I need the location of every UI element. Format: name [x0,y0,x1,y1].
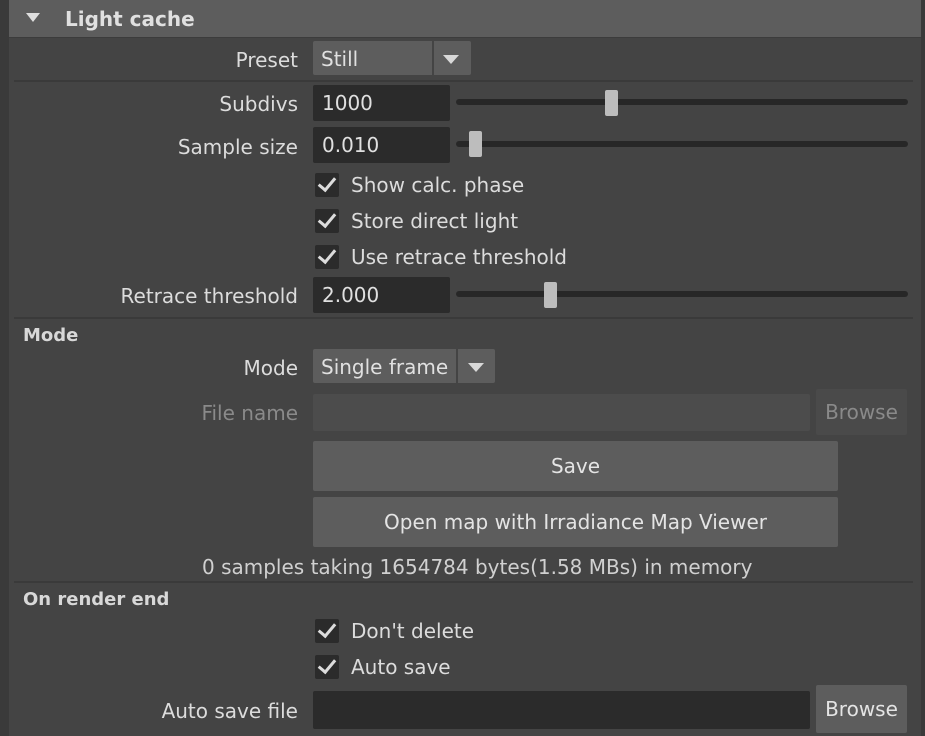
memory-info: 0 samples taking 1654784 bytes(1.58 MBs)… [202,555,753,579]
on-render-end-section-title: On render end [23,589,170,610]
save-button[interactable]: Save [313,441,838,491]
chevron-down-icon [443,55,459,64]
auto-save-label: Auto save [351,655,451,679]
store-direct-light-checkbox[interactable] [315,208,339,233]
retrace-threshold-value: 2.000 [322,283,380,307]
preset-dropdown[interactable]: Still [313,41,471,75]
collapse-triangle-icon[interactable] [26,13,40,22]
show-calc-phase-checkbox[interactable] [315,172,339,197]
checkmark-icon [317,654,337,675]
subdivs-slider-track[interactable] [456,99,908,105]
retrace-threshold-label: Retrace threshold [120,284,298,308]
auto-save-file-browse-button[interactable]: Browse [816,685,907,733]
preset-value: Still [321,47,359,71]
chevron-down-icon [468,363,484,372]
subdivs-field[interactable]: 1000 [313,85,450,121]
store-direct-light-label: Store direct light [351,209,519,233]
mode-dropdown[interactable]: Single frame [313,349,495,383]
subdivs-label: Subdivs [219,92,298,116]
sample-size-value: 0.010 [322,133,380,157]
left-edge [0,0,9,736]
divider [14,317,913,319]
checkmark-icon [317,244,337,265]
show-calc-phase-label: Show calc. phase [351,173,525,197]
light-cache-header[interactable]: Light cache [9,0,921,38]
section-title: Light cache [65,7,195,31]
dont-delete-label: Don't delete [351,619,475,643]
open-irradiance-map-viewer-button[interactable]: Open map with Irradiance Map Viewer [313,497,838,547]
auto-save-checkbox[interactable] [315,654,339,679]
mode-section-title: Mode [23,325,79,346]
subdivs-value: 1000 [322,91,373,115]
preset-label: Preset [235,48,298,72]
use-retrace-threshold-label: Use retrace threshold [351,245,567,269]
checkmark-icon [317,618,337,639]
retrace-threshold-field[interactable]: 2.000 [313,277,450,313]
sample-size-field[interactable]: 0.010 [313,127,450,163]
use-retrace-threshold-checkbox[interactable] [315,244,339,269]
mode-value: Single frame [321,355,449,379]
sample-size-slider-track[interactable] [456,141,908,147]
auto-save-file-label: Auto save file [161,699,298,723]
auto-save-file-field[interactable] [313,691,810,729]
file-name-browse-button[interactable]: Browse [816,389,907,435]
checkmark-icon [317,208,337,229]
mode-label: Mode [243,356,299,380]
file-name-field[interactable] [313,394,810,431]
divider [14,80,913,82]
dont-delete-checkbox[interactable] [315,618,339,643]
sample-size-slider-handle[interactable] [469,131,483,157]
retrace-threshold-slider-track[interactable] [456,291,908,297]
retrace-threshold-slider-handle[interactable] [543,282,557,308]
file-name-label: File name [201,401,298,425]
subdivs-slider-handle[interactable] [605,90,619,116]
divider [14,581,913,583]
right-edge [921,0,925,736]
sample-size-label: Sample size [177,135,298,159]
checkmark-icon [317,172,337,193]
